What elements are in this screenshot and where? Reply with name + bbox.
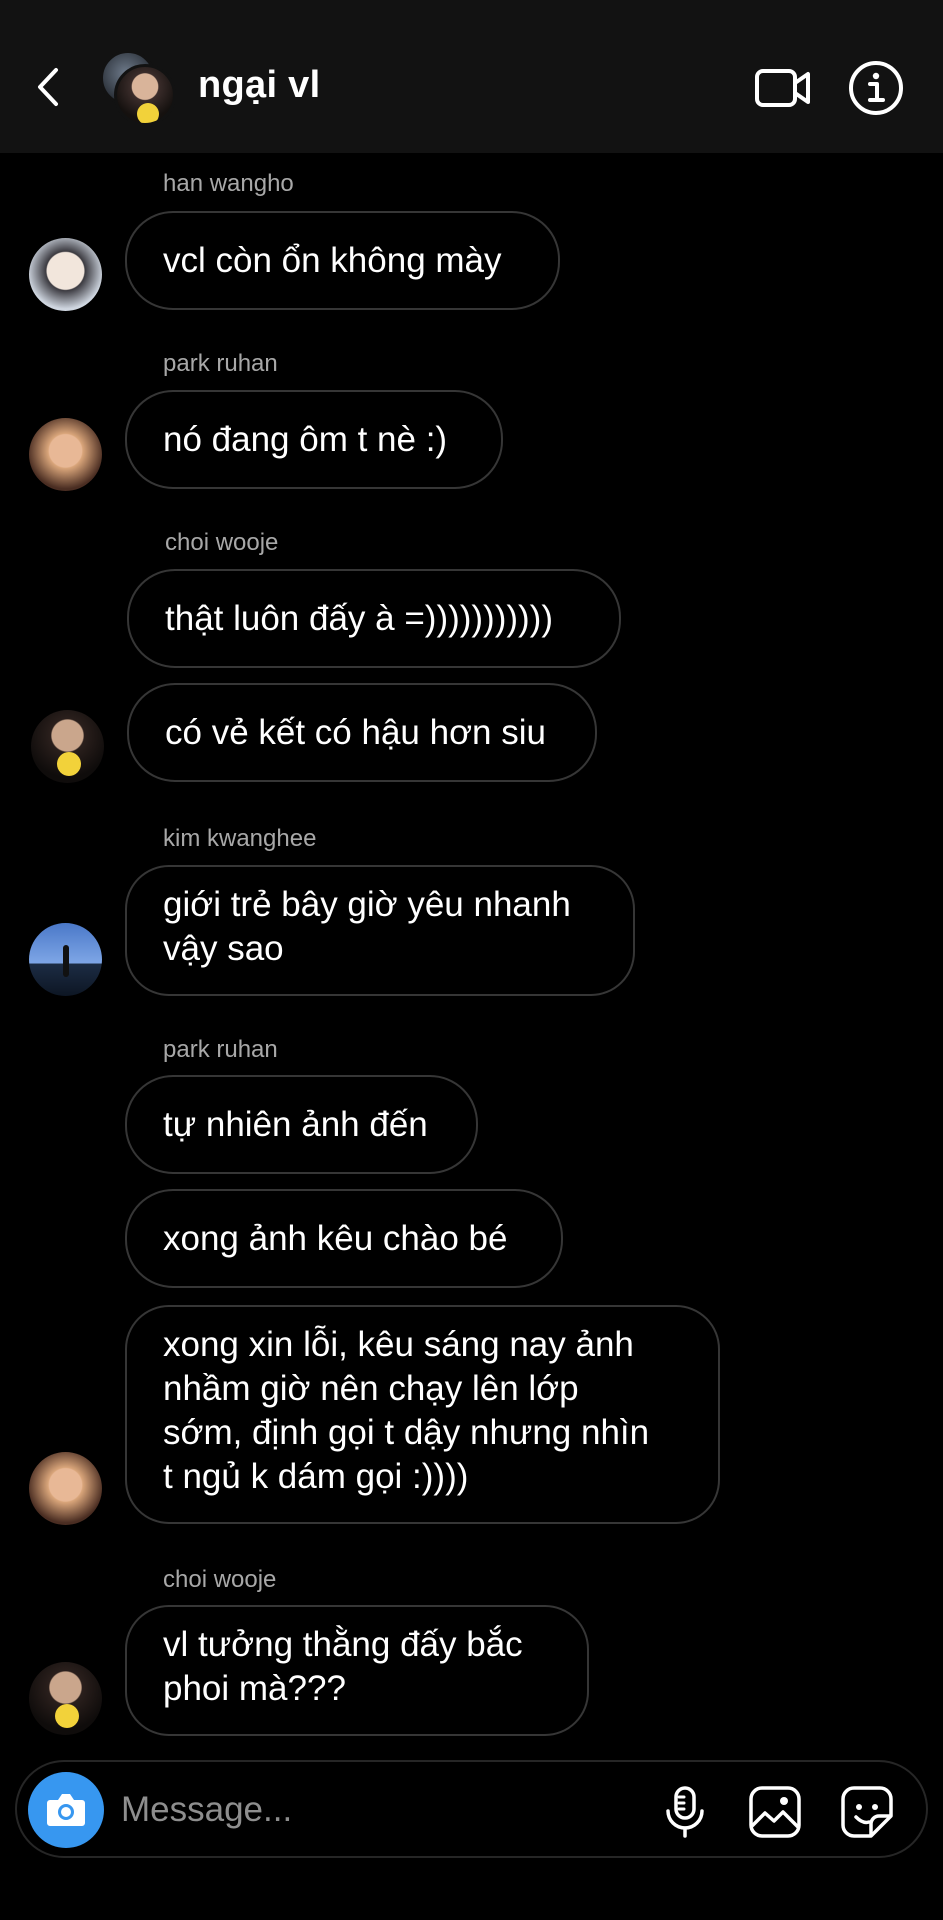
info-icon[interactable] xyxy=(848,60,904,116)
avatar[interactable] xyxy=(31,710,104,783)
message-bubble[interactable]: tự nhiên ảnh đến xyxy=(125,1075,478,1174)
message-composer xyxy=(15,1760,928,1858)
message-text: xong xin lỗi, kêu sáng nay ảnh nhầm giờ … xyxy=(163,1325,650,1496)
avatar[interactable] xyxy=(29,418,102,491)
message-bubble[interactable]: vl tưởng thằng đấy bắc phoi mà??? xyxy=(125,1605,589,1736)
message-text: vcl còn ổn không mày xyxy=(163,240,502,280)
sender-name: park ruhan xyxy=(163,1036,278,1063)
avatar[interactable] xyxy=(29,1662,102,1735)
message-bubble[interactable]: xong xin lỗi, kêu sáng nay ảnh nhầm giờ … xyxy=(125,1305,720,1524)
back-chevron-icon[interactable] xyxy=(30,62,66,112)
message-bubble[interactable]: thật luôn đấy à =))))))))))) xyxy=(127,569,621,668)
message-text: vl tưởng thằng đấy bắc phoi mà??? xyxy=(163,1625,523,1708)
avatar[interactable] xyxy=(29,1452,102,1525)
sender-name: choi wooje xyxy=(163,1566,277,1593)
message-text: xong ảnh kêu chào bé xyxy=(163,1218,508,1258)
message-text: có vẻ kết có hậu hơn siu xyxy=(165,712,546,752)
avatar[interactable] xyxy=(29,238,102,311)
sender-name: choi wooje xyxy=(165,529,279,556)
sender-name: park ruhan xyxy=(163,350,278,377)
microphone-icon[interactable] xyxy=(657,1784,713,1840)
message-bubble[interactable]: giới trẻ bây giờ yêu nhanh vậy sao xyxy=(125,865,635,996)
message-bubble[interactable]: nó đang ôm t nè :) xyxy=(125,390,503,489)
message-bubble[interactable]: có vẻ kết có hậu hơn siu xyxy=(127,683,597,782)
camera-button[interactable] xyxy=(28,1772,104,1848)
message-text: giới trẻ bây giờ yêu nhanh vậy sao xyxy=(163,885,571,968)
gallery-icon[interactable] xyxy=(747,1784,803,1840)
video-call-icon[interactable] xyxy=(754,64,812,112)
avatar[interactable] xyxy=(29,923,102,996)
chat-title[interactable]: ngại vl xyxy=(198,64,320,107)
message-bubble[interactable]: xong ảnh kêu chào bé xyxy=(125,1189,563,1288)
group-avatar-front xyxy=(114,64,176,126)
message-text: tự nhiên ảnh đến xyxy=(163,1104,428,1144)
message-text: thật luôn đấy à =))))))))))) xyxy=(165,598,553,638)
sticker-icon[interactable] xyxy=(839,1784,895,1840)
message-input[interactable] xyxy=(121,1784,541,1836)
sender-name: han wangho xyxy=(163,170,294,197)
sender-name: kim kwanghee xyxy=(163,825,317,852)
message-bubble[interactable]: vcl còn ổn không mày xyxy=(125,211,560,310)
camera-icon xyxy=(47,1794,85,1826)
chat-header: ngại vl xyxy=(0,0,943,153)
message-text: nó đang ôm t nè :) xyxy=(163,419,448,459)
group-avatar[interactable] xyxy=(100,50,178,128)
